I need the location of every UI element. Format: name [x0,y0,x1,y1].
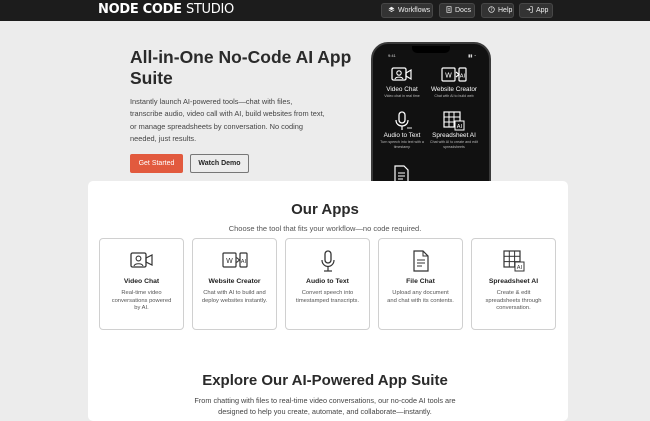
nav-app-label: App [536,7,549,14]
app-tile-name: Website Creator [208,278,261,285]
question-icon: ? [488,6,495,15]
app-tile-name: Audio to Text [306,278,349,285]
phone-mockup: 9:41 ▮▮ ◔ Video Chat Video chat in real … [371,42,491,202]
get-started-button[interactable]: Get Started [130,154,183,173]
app-tile-video-chat[interactable]: Video Chat Real-time video conversations… [99,238,184,330]
nav-help-label: Help [498,7,513,14]
phone-app-desc: Turn speech into text with a timestamp [380,140,424,149]
brand-light: STUDIO [185,2,234,17]
phone-status-icons: ▮▮ ◔ [468,53,476,58]
app-tile-website-creator[interactable]: W AI Website Creator Chat with AI to buil… [192,238,277,330]
file-chat-icon [379,250,462,272]
nav-workflows-label: Workflows [398,7,431,14]
brand-bold: NODE CODE [98,2,182,17]
document-icon [446,6,452,15]
phone-notch [412,46,450,53]
phone-app-desc: Video chat in real time [384,94,420,98]
app-tile-desc: Create & edit spreadsheets through conve… [485,290,542,312]
app-tile-desc: Chat with AI to build and deploy website… [201,290,268,304]
app-tile-name: Spreadsheet AI [488,278,539,285]
svg-text:AI: AI [460,74,466,80]
watch-demo-button[interactable]: Watch Demo [190,154,249,173]
app-tile-desc: Real-time video conversations powered by… [111,290,172,312]
nav-app-button[interactable]: App [519,3,553,18]
video-chat-icon [375,64,429,86]
app-tile-desc: Convert speech into timestamped transcri… [295,290,360,304]
phone-app-video-chat: Video Chat Video chat in real time [375,64,429,99]
our-apps-subtitle: Choose the tool that fits your workflow—… [228,224,422,233]
phone-app-name: Website Creator [430,86,478,93]
hero-description: Instantly launch AI-powered tools—chat w… [130,97,325,144]
brand-logo[interactable]: NODE CODE STUDIO [98,2,234,17]
phone-app-website-creator: W AI Website Creator Chat with AI to buil… [427,64,481,99]
phone-app-desc: Chat with AI to create and edit spreadsh… [430,140,478,149]
explore-title: Explore Our AI-Powered App Suite [202,372,448,389]
top-navbar: NODE CODE STUDIO Workflows Docs ? Help A… [0,0,650,21]
phone-app-desc: Chat with AI to build web [434,94,474,98]
phone-app-name: Video Chat [386,86,418,93]
phone-app-audio-to-text: Audio to Text Turn speech into text with… [375,110,429,149]
website-creator-icon: W AI [193,250,276,272]
our-apps-title: Our Apps [291,201,359,218]
phone-app-spreadsheet-ai: AI Spreadsheet AI Chat with AI to create… [427,110,481,149]
app-tile-name: File Chat [406,278,435,285]
svg-text:W: W [226,257,233,265]
svg-text:AI: AI [516,265,522,271]
app-tile-name: Video Chat [123,278,160,285]
website-creator-icon: W AI [427,64,481,86]
sign-in-icon [526,6,533,15]
phone-app-name: Audio to Text [383,132,421,139]
spreadsheet-icon: AI [472,250,555,272]
app-tile-desc: Upload any document and chat with its co… [387,290,454,304]
spreadsheet-icon: AI [427,110,481,132]
app-tile-spreadsheet-ai[interactable]: AI Spreadsheet AI Create & edit spreadsh… [471,238,556,330]
microphone-icon [286,250,369,272]
nav-docs-button[interactable]: Docs [439,3,475,18]
hero-title: All-in-One No-Code AI App Suite [130,47,352,88]
phone-time: 9:41 [388,53,396,58]
nav-workflows-button[interactable]: Workflows [381,3,433,18]
app-tile-file-chat[interactable]: File Chat Upload any document and chat w… [378,238,463,330]
app-tile-audio-to-text[interactable]: Audio to Text Convert speech into timest… [285,238,370,330]
nav-docs-label: Docs [455,7,471,14]
svg-text:W: W [445,72,452,80]
layers-icon [388,6,395,15]
video-chat-icon [100,250,183,272]
nav-help-button[interactable]: ? Help [481,3,514,18]
phone-app-name: Spreadsheet AI [432,132,476,139]
svg-text:AI: AI [457,124,463,130]
svg-text:AI: AI [240,259,246,265]
microphone-icon [375,110,429,132]
svg-text:?: ? [490,7,492,12]
